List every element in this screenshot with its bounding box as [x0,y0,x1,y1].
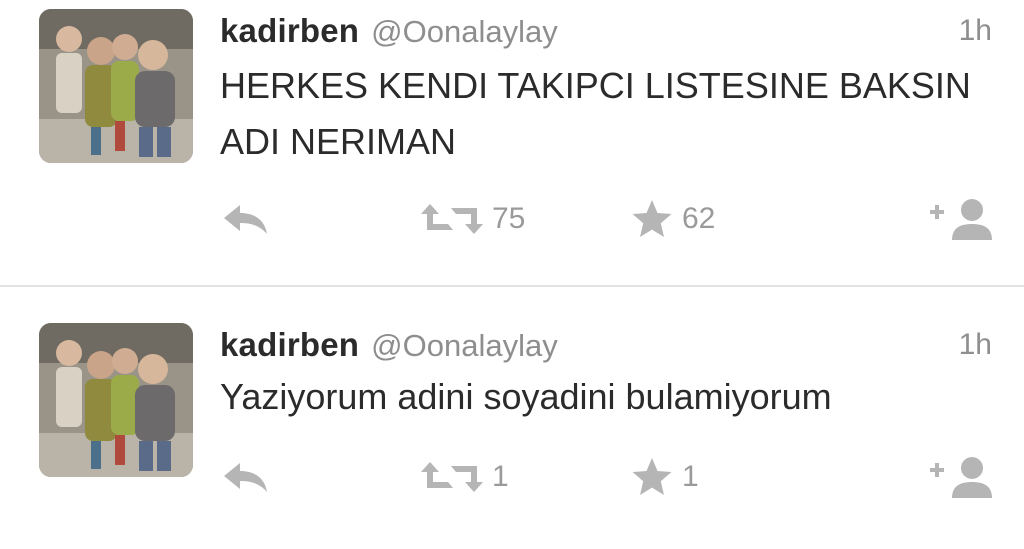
tweet-time[interactable]: 1h [959,328,992,362]
favorite-count: 62 [682,202,716,235]
user-handle[interactable]: @Oonalaylay [371,328,558,363]
tweet-actions: 75 62 [220,194,1000,244]
avatar[interactable] [39,9,193,163]
tweet-text: HERKES KENDI TAKIPCI LISTESINE BAKSIN AD… [220,65,971,162]
user-name[interactable]: kadirben [220,12,359,49]
retweet-icon [421,204,483,234]
tweet-header: kadirben @Oonalaylay 1h [220,326,992,372]
retweet-icon [421,462,483,492]
user-handle[interactable]: @Oonalaylay [371,14,558,49]
tweet[interactable]: kadirben @Oonalaylay 1h Yaziyorum adini s… [0,287,1024,549]
follow-icon [930,199,992,240]
favorite-button[interactable]: 62 [630,194,715,244]
retweet-count: 1 [492,460,509,493]
reply-icon [224,463,267,492]
retweet-count: 75 [492,202,526,235]
follow-button[interactable] [926,194,996,244]
favorite-count: 1 [682,460,699,493]
reply-icon [224,205,267,234]
avatar[interactable] [39,323,193,477]
retweet-button[interactable]: 75 [420,194,525,244]
star-icon [632,200,672,237]
user-name[interactable]: kadirben [220,326,359,363]
star-icon [632,458,672,495]
retweet-button[interactable]: 1 [420,452,509,502]
tweet-text: Yaziyorum adini soyadini bulamiyorum [220,376,832,417]
reply-button[interactable] [220,452,272,502]
tweet-actions: 1 1 [220,452,1000,502]
tweet-time[interactable]: 1h [959,14,992,48]
tweet-timeline: kadirben @Oonalaylay 1h HERKES KENDI TAKI… [0,0,1024,549]
reply-button[interactable] [220,194,272,244]
follow-icon [930,457,992,498]
follow-button[interactable] [926,452,996,502]
favorite-button[interactable]: 1 [630,452,699,502]
tweet-header: kadirben @Oonalaylay 1h [220,12,992,58]
tweet[interactable]: kadirben @Oonalaylay 1h HERKES KENDI TAKI… [0,0,1024,285]
